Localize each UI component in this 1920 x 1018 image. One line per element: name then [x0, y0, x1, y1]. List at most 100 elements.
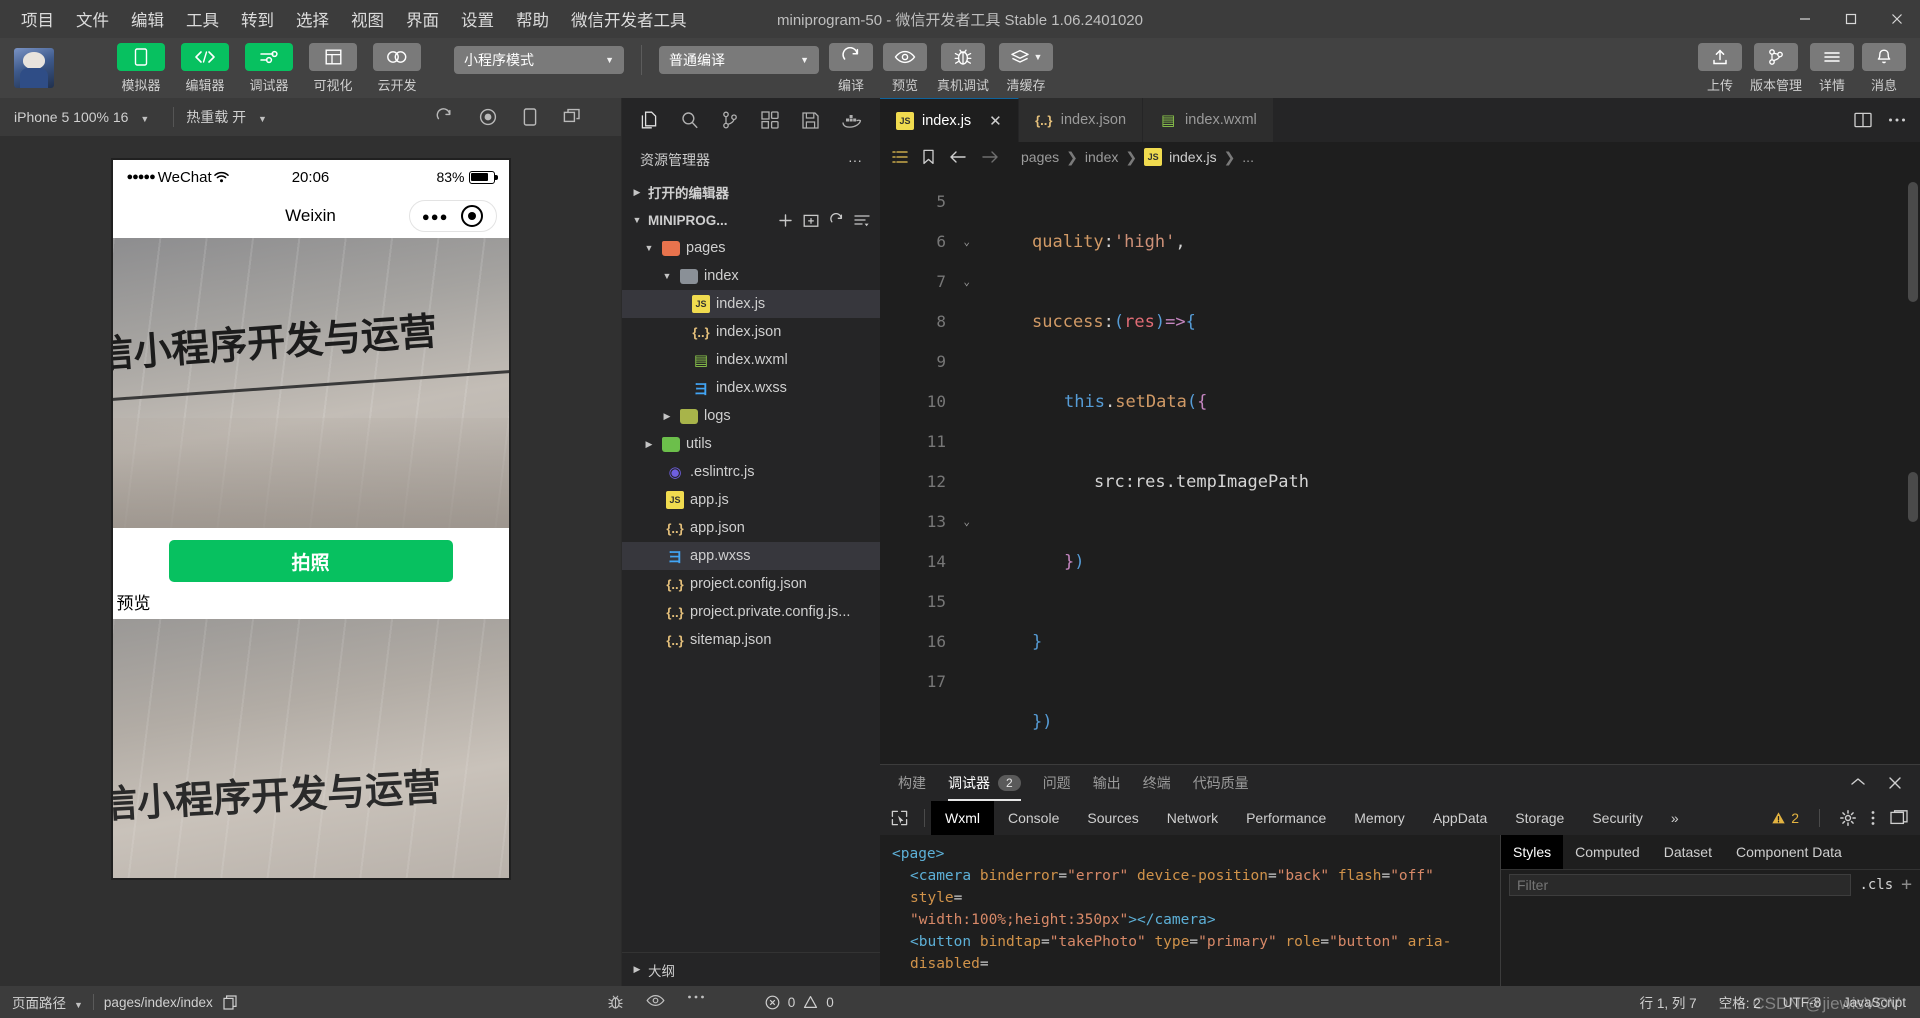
- devtools-tab-wxml[interactable]: Wxml: [931, 801, 994, 835]
- tree-item-project-private-config[interactable]: {..} project.private.config.js...: [622, 598, 880, 626]
- tree-item-index-wxml[interactable]: ▤ index.wxml: [622, 346, 880, 374]
- copy-icon[interactable]: [223, 994, 237, 1010]
- project-section[interactable]: ▼ MINIPROG...: [622, 206, 880, 234]
- panel-tab-debugger[interactable]: 调试器 2: [948, 765, 1021, 801]
- refresh-icon[interactable]: [829, 212, 844, 228]
- files-icon[interactable]: [639, 110, 659, 130]
- toggle-editor[interactable]: 编辑器: [176, 42, 234, 94]
- open-editors-section[interactable]: ▶ 打开的编辑器: [622, 178, 880, 206]
- panel-tab-problems[interactable]: 问题: [1043, 765, 1071, 801]
- dock-side-icon[interactable]: [1890, 810, 1908, 826]
- back-arrow-icon[interactable]: [949, 150, 967, 164]
- breadcrumb-item-pages[interactable]: pages: [1021, 149, 1059, 165]
- wxml-line-camera-style[interactable]: "width:100%;height:350px"></camera>: [892, 909, 1488, 931]
- tree-item-logs[interactable]: ▶ logs: [622, 402, 880, 430]
- menu-item-settings[interactable]: 设置: [450, 2, 505, 36]
- save-icon[interactable]: [801, 111, 820, 130]
- compile-select[interactable]: 普通编译 ▼: [659, 46, 819, 74]
- add-style-rule-button[interactable]: +: [1901, 874, 1912, 895]
- toggle-debugger[interactable]: 调试器: [240, 42, 298, 94]
- encoding-setting[interactable]: UTF-8: [1783, 995, 1821, 1010]
- record-icon[interactable]: [479, 108, 497, 126]
- breadcrumb-item-more[interactable]: ...: [1242, 149, 1254, 165]
- more-vertical-icon[interactable]: [1870, 810, 1876, 826]
- menu-item-tools[interactable]: 工具: [175, 2, 230, 36]
- tab-index-js[interactable]: JS index.js ✕: [880, 98, 1019, 142]
- preview-button[interactable]: 预览: [883, 42, 927, 94]
- menu-item-view[interactable]: 视图: [340, 2, 395, 36]
- more-icon[interactable]: [687, 994, 705, 1010]
- devtools-tab-appdata[interactable]: AppData: [1419, 801, 1501, 835]
- tab-index-json[interactable]: {..} index.json: [1018, 98, 1144, 142]
- tree-item-app-wxss[interactable]: ヨ app.wxss: [622, 542, 880, 570]
- menu-item-goto[interactable]: 转到: [230, 2, 285, 36]
- tree-item-eslintrc[interactable]: ◉ .eslintrc.js: [622, 458, 880, 486]
- minimize-button[interactable]: [1782, 0, 1828, 38]
- styles-filter-input[interactable]: [1509, 873, 1852, 896]
- version-control-button[interactable]: 版本管理: [1750, 42, 1802, 94]
- compile-button[interactable]: 编译: [829, 42, 873, 94]
- tree-item-index-js[interactable]: JS index.js: [622, 290, 880, 318]
- source-control-icon[interactable]: [721, 110, 739, 130]
- element-picker-icon[interactable]: [880, 810, 918, 826]
- devtools-tab-network[interactable]: Network: [1153, 801, 1232, 835]
- chevron-up-icon[interactable]: [1850, 776, 1866, 790]
- devtools-tab-console[interactable]: Console: [994, 801, 1073, 835]
- menu-item-edit[interactable]: 编辑: [120, 2, 175, 36]
- devtools-tab-security[interactable]: Security: [1578, 801, 1657, 835]
- search-icon[interactable]: [680, 110, 700, 130]
- panel-tab-build[interactable]: 构建: [898, 765, 926, 801]
- wxml-tree[interactable]: <page> <camera binderror="error" device-…: [880, 835, 1500, 986]
- collapse-all-icon[interactable]: [854, 213, 870, 228]
- devtools-tab-storage[interactable]: Storage: [1501, 801, 1578, 835]
- menu-bar[interactable]: 项目 文件 编辑 工具 转到 选择 视图 界面 设置 帮助 微信开发者工具: [0, 2, 698, 36]
- file-tree[interactable]: ▼ pages ▼ index JS index.js {..} index.j…: [622, 234, 880, 952]
- devtools-tab-overflow[interactable]: »: [1657, 801, 1693, 835]
- more-actions-icon[interactable]: ···: [848, 152, 862, 168]
- editor-scrollbar[interactable]: [1908, 182, 1918, 302]
- more-actions-icon[interactable]: [1888, 117, 1906, 123]
- breadcrumb[interactable]: pages ❯ index ❯ JS index.js ❯ ...: [1021, 148, 1254, 166]
- avatar[interactable]: [14, 48, 54, 88]
- indentation-setting[interactable]: 空格: 2: [1719, 992, 1761, 1012]
- close-icon[interactable]: ✕: [989, 112, 1002, 130]
- menu-item-project[interactable]: 项目: [10, 2, 65, 36]
- menu-item-interface[interactable]: 界面: [395, 2, 450, 36]
- wxml-line-page[interactable]: <page>: [892, 843, 1488, 865]
- toggle-cloud[interactable]: 云开发: [368, 42, 426, 94]
- tree-item-project-config[interactable]: {..} project.config.json: [622, 570, 880, 598]
- new-file-icon[interactable]: [778, 213, 793, 228]
- code-content[interactable]: quality:'high', success:(res)=>{ this.se…: [956, 172, 1920, 764]
- docker-icon[interactable]: [841, 112, 863, 128]
- toggle-simulator[interactable]: 模拟器: [112, 42, 170, 94]
- tree-item-index-wxss[interactable]: ヨ index.wxss: [622, 374, 880, 402]
- menu-item-select[interactable]: 选择: [285, 2, 340, 36]
- tree-item-sitemap[interactable]: {..} sitemap.json: [622, 626, 880, 654]
- devtools-tab-performance[interactable]: Performance: [1232, 801, 1340, 835]
- tree-item-index-json[interactable]: {..} index.json: [622, 318, 880, 346]
- real-device-debug-button[interactable]: 真机调试: [937, 42, 989, 94]
- take-photo-button[interactable]: 拍照: [168, 540, 453, 582]
- toggle-visual[interactable]: 可视化: [304, 42, 362, 94]
- maximize-button[interactable]: [1828, 0, 1874, 38]
- wechat-capsule[interactable]: ●●●: [408, 200, 497, 232]
- styles-tab-styles[interactable]: Styles: [1501, 835, 1564, 869]
- devtools-tab-sources[interactable]: Sources: [1073, 801, 1152, 835]
- cursor-position[interactable]: 行 1, 列 7: [1640, 992, 1697, 1012]
- outline-icon[interactable]: [892, 150, 908, 164]
- new-folder-icon[interactable]: [803, 213, 819, 228]
- extensions-icon[interactable]: [760, 110, 780, 130]
- rotate-device-icon[interactable]: [523, 108, 537, 126]
- breadcrumb-item-index-js[interactable]: index.js: [1169, 149, 1216, 165]
- tree-item-app-js[interactable]: JS app.js: [622, 486, 880, 514]
- warning-indicator[interactable]: 2: [1771, 810, 1799, 826]
- page-path-select[interactable]: 页面路径 ▼: [12, 992, 83, 1012]
- panel-tab-terminal[interactable]: 终端: [1143, 765, 1171, 801]
- editor-scrollbar-thumb[interactable]: [1908, 472, 1918, 522]
- upload-button[interactable]: 上传: [1697, 42, 1742, 94]
- close-button[interactable]: [1874, 0, 1920, 38]
- eye-icon[interactable]: [646, 994, 665, 1010]
- tab-index-wxml[interactable]: ▤ index.wxml: [1143, 98, 1274, 142]
- messages-button[interactable]: 消息: [1862, 42, 1906, 94]
- panel-tab-code-quality[interactable]: 代码质量: [1193, 765, 1249, 801]
